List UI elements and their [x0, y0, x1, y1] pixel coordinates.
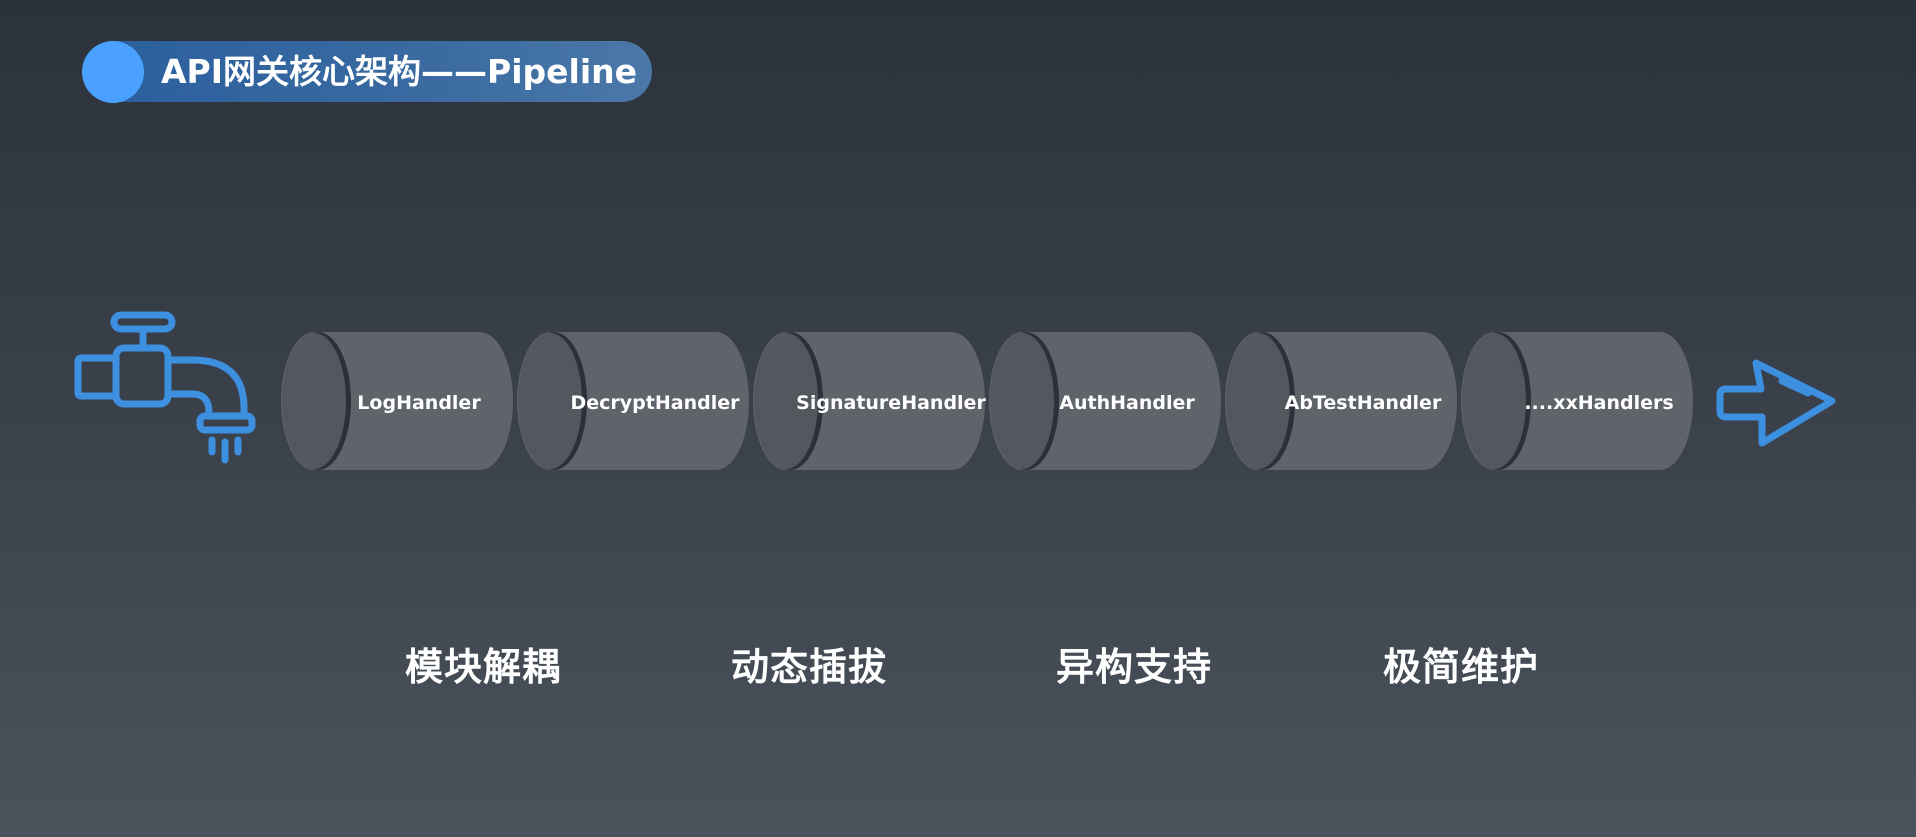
- handler-label: ....xxHandlers: [1524, 392, 1674, 414]
- feature-heterogeneous: 异构支持: [1056, 645, 1213, 689]
- feature-decoupling: 模块解耦: [405, 645, 562, 689]
- handler-label: LogHandler: [357, 392, 481, 414]
- handler-label: DecryptHandler: [570, 392, 740, 414]
- handler-label: AbTestHandler: [1284, 392, 1442, 414]
- feature-hot-plug: 动态插拔: [731, 645, 888, 689]
- feature-minimal-maintenance: 极简维护: [1383, 645, 1540, 689]
- handler-label: AuthHandler: [1059, 392, 1195, 414]
- handler-label: SignatureHandler: [796, 392, 986, 414]
- arrow-right-icon: [1716, 359, 1836, 447]
